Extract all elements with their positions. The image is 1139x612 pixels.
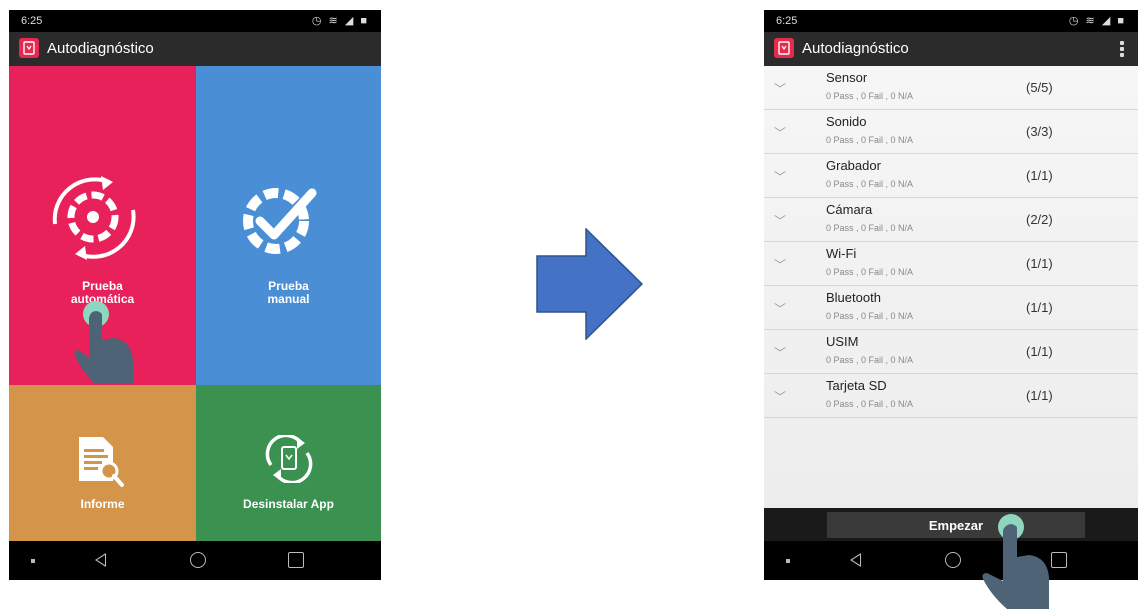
overflow-menu-icon[interactable]: [1120, 41, 1124, 57]
list-item[interactable]: ﹀ Grabador 0 Pass , 0 Fail , 0 N/A (1/1): [764, 154, 1138, 198]
category-stats: 0 Pass , 0 Fail , 0 N/A: [826, 179, 914, 189]
category-count: (1/1): [1026, 344, 1053, 359]
category-stats: 0 Pass , 0 Fail , 0 N/A: [826, 135, 914, 145]
uninstall-refresh-icon: [265, 435, 313, 483]
category-name: Cámara: [826, 202, 873, 217]
arrow-right-icon: [536, 228, 644, 340]
list-item[interactable]: ﹀ Sensor 0 Pass , 0 Fail , 0 N/A (5/5): [764, 66, 1138, 110]
category-stats: 0 Pass , 0 Fail , 0 N/A: [826, 399, 914, 409]
category-stats: 0 Pass , 0 Fail , 0 N/A: [826, 267, 914, 277]
uninstall-app-label: Desinstalar App: [243, 497, 334, 511]
app-title: Autodiagnóstico: [802, 40, 909, 57]
tap-hand-icon: [982, 514, 1049, 609]
manual-test-icon: [243, 188, 317, 254]
test-category-list: ﹀ Sensor 0 Pass , 0 Fail , 0 N/A (5/5) ﹀…: [764, 66, 1138, 536]
chevron-down-icon: ﹀: [774, 258, 787, 272]
list-item[interactable]: ﹀ Wi-Fi 0 Pass , 0 Fail , 0 N/A (1/1): [764, 242, 1138, 286]
category-count: (1/1): [1026, 168, 1053, 183]
app-bar: Autodiagnóstico: [9, 32, 381, 66]
status-icons: ◷ ≋ ◢ ■: [311, 15, 369, 27]
nav-dot-icon: [786, 559, 790, 563]
category-count: (3/3): [1026, 124, 1053, 139]
chevron-down-icon: ﹀: [774, 214, 787, 228]
status-time: 6:25: [21, 15, 43, 27]
category-stats: 0 Pass , 0 Fail , 0 N/A: [826, 355, 914, 365]
home-icon[interactable]: [190, 552, 206, 568]
recent-apps-icon[interactable]: [288, 552, 304, 568]
category-count: (1/1): [1026, 388, 1053, 403]
category-count: (5/5): [1026, 80, 1053, 95]
nav-dot-icon: [31, 559, 35, 563]
app-bar: Autodiagnóstico: [764, 32, 1138, 66]
report-tile[interactable]: Informe: [9, 385, 196, 541]
list-item[interactable]: ﹀ Sonido 0 Pass , 0 Fail , 0 N/A (3/3): [764, 110, 1138, 154]
manual-test-tile[interactable]: Prueba manual: [196, 66, 381, 385]
phone-screen-test-list: 6:25 ◷ ≋ ◢ ■ Autodiagnóstico ﹀ Sensor 0 …: [764, 10, 1138, 580]
report-label: Informe: [80, 497, 125, 511]
category-name: Tarjeta SD: [826, 378, 887, 393]
tap-hand-icon: [74, 301, 133, 384]
home-icon[interactable]: [945, 552, 961, 568]
chevron-down-icon: ﹀: [774, 346, 787, 360]
list-item[interactable]: ﹀ Bluetooth 0 Pass , 0 Fail , 0 N/A (1/1…: [764, 286, 1138, 330]
category-name: Bluetooth: [826, 290, 881, 305]
category-name: Wi-Fi: [826, 246, 857, 261]
category-stats: 0 Pass , 0 Fail , 0 N/A: [826, 223, 914, 233]
back-icon[interactable]: [95, 553, 106, 567]
uninstall-app-tile[interactable]: Desinstalar App: [196, 385, 381, 541]
report-document-icon: [79, 437, 124, 487]
status-bar: 6:25 ◷ ≋ ◢ ■: [764, 10, 1138, 32]
category-name: Sensor: [826, 70, 868, 85]
phone-screen-home: 6:25 ◷ ≋ ◢ ■ Autodiagnóstico Prueba auto…: [9, 10, 381, 580]
list-item[interactable]: ﹀ USIM 0 Pass , 0 Fail , 0 N/A (1/1): [764, 330, 1138, 374]
list-item[interactable]: ﹀ Tarjeta SD 0 Pass , 0 Fail , 0 N/A (1/…: [764, 374, 1138, 418]
category-name: Sonido: [826, 114, 867, 129]
status-bar: 6:25 ◷ ≋ ◢ ■: [9, 10, 381, 32]
chevron-down-icon: ﹀: [774, 126, 787, 140]
app-logo-icon: [19, 38, 39, 58]
chevron-down-icon: ﹀: [774, 170, 787, 184]
category-name: USIM: [826, 334, 859, 349]
chevron-down-icon: ﹀: [774, 302, 787, 316]
category-count: (2/2): [1026, 212, 1053, 227]
category-count: (1/1): [1026, 300, 1053, 315]
navigation-bar: [9, 541, 381, 580]
automatic-test-icon: [52, 176, 136, 260]
category-name: Grabador: [826, 158, 881, 173]
app-logo-icon: [774, 38, 794, 58]
navigation-bar: [764, 541, 1138, 580]
category-stats: 0 Pass , 0 Fail , 0 N/A: [826, 311, 914, 321]
chevron-down-icon: ﹀: [774, 82, 787, 96]
chevron-down-icon: ﹀: [774, 390, 787, 404]
category-stats: 0 Pass , 0 Fail , 0 N/A: [826, 91, 914, 101]
status-icons: ◷ ≋ ◢ ■: [1068, 15, 1126, 27]
back-icon[interactable]: [850, 553, 861, 567]
status-time: 6:25: [776, 15, 798, 27]
manual-test-label-line2: manual: [267, 292, 310, 306]
category-count: (1/1): [1026, 256, 1053, 271]
app-title: Autodiagnóstico: [47, 40, 154, 57]
list-item[interactable]: ﹀ Cámara 0 Pass , 0 Fail , 0 N/A (2/2): [764, 198, 1138, 242]
